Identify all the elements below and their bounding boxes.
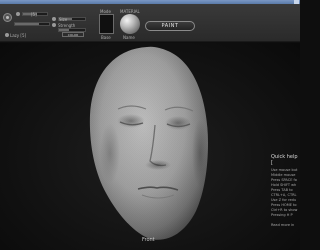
quick-help-line: Read more in xyxy=(271,223,295,227)
quick-help-line: Press SPACE fo xyxy=(271,178,297,182)
color-swatch[interactable] xyxy=(99,14,114,34)
quick-help-line: Press TAB to xyxy=(271,188,293,192)
material-preview-ball[interactable] xyxy=(120,14,140,34)
material-label: Name xyxy=(123,35,135,40)
quick-help-line: CTRL+A, CTRL xyxy=(271,193,297,197)
lazy-label: Lazy [5] xyxy=(10,33,27,38)
lazy-slider[interactable] xyxy=(14,22,50,26)
nostrils-shadow xyxy=(145,160,171,170)
quick-help-line: Pressing H P xyxy=(271,213,293,217)
lazy-radio-icon[interactable] xyxy=(5,33,9,37)
quick-help-line: Middle mouse xyxy=(271,173,296,177)
quick-help-line: Hold SHIFT wh xyxy=(271,183,297,187)
swatch-label: Base xyxy=(101,35,111,40)
left-eye-socket xyxy=(117,114,145,128)
size-radio-icon[interactable] xyxy=(16,12,20,16)
draw-size-value: [5] xyxy=(31,12,37,17)
quick-help-line: Use Z for redu xyxy=(271,198,297,202)
quick-help-title: Quick help [ xyxy=(271,154,298,166)
left-cheek-shadow xyxy=(100,123,120,183)
quick-help-line: Press HOME to xyxy=(271,203,297,207)
color-button[interactable]: COLOR xyxy=(62,32,84,37)
quick-help-line: Use mouse but xyxy=(271,168,298,172)
paint-button[interactable]: PAINT xyxy=(145,21,195,31)
right-eye-socket xyxy=(165,116,191,130)
toolbar: [5] Size Strength COLOR Lazy [5] Mode Ba… xyxy=(0,4,300,42)
quick-help-line: Ctrl+R to show xyxy=(271,208,298,212)
view-direction-label: Front xyxy=(142,237,155,243)
3d-viewport[interactable]: Quick help [ Use mouse but Middle mouse … xyxy=(0,43,300,250)
sculpted-face-mesh[interactable] xyxy=(0,43,300,250)
brush-tool-icon[interactable] xyxy=(3,13,12,22)
size-label: Size xyxy=(59,17,68,22)
intensity-radio-icon[interactable] xyxy=(52,17,56,21)
right-cheek-shadow xyxy=(192,119,208,187)
strength-radio-icon[interactable] xyxy=(52,23,56,27)
